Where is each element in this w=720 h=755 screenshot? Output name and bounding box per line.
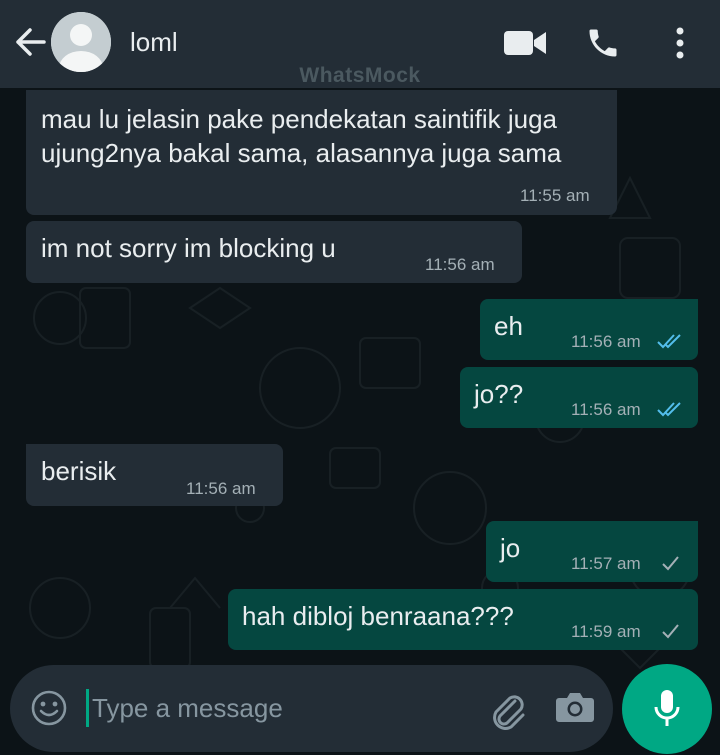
message-time: 11:56 am [571,400,641,419]
message-composer: Type a message [10,665,613,752]
message-time: 11:56 am [571,332,641,351]
back-arrow-icon[interactable] [12,26,48,58]
contact-name[interactable]: loml [130,27,178,58]
watermark: WhatsMock [299,64,421,87]
message-text: jo?? [474,379,524,409]
message-time: 11:56 am [425,255,495,274]
message-bubble-outgoing[interactable]: jo 11:57 am [486,521,698,582]
camera-icon[interactable] [555,689,595,730]
message-text-line: ujung2nya bakal sama, alasannya juga sam… [41,138,562,168]
voice-record-button[interactable] [622,664,712,754]
message-bubble-incoming[interactable]: berisik 11:56 am [26,444,283,506]
message-text-line: mau lu jelasin pake pendekatan saintifik… [41,104,558,134]
chat-background: mau lu jelasin pake pendekatan saintifik… [0,88,720,755]
text-cursor [86,689,89,727]
message-bubble-incoming[interactable]: mau lu jelasin pake pendekatan saintifik… [26,90,617,215]
message-bubble-outgoing[interactable]: eh 11:56 am [480,299,698,360]
message-bubble-incoming[interactable]: im not sorry im blocking u 11:56 am [26,221,522,283]
message-text: im not sorry im blocking u [41,233,336,263]
message-bubble-outgoing[interactable]: hah dibloj benraana??? 11:59 am [228,589,698,650]
voice-call-icon[interactable] [585,25,621,66]
message-text: eh [494,311,523,341]
more-options-icon[interactable] [672,26,688,65]
message-time: 11:57 am [571,554,641,573]
attach-icon[interactable] [485,687,529,736]
message-time: 11:59 am [571,622,641,641]
video-call-icon[interactable] [503,28,547,63]
delivered-tick-icon [660,553,680,578]
message-text: hah dibloj benraana??? [242,601,514,631]
read-double-tick-icon [656,399,684,424]
message-text: berisik [41,456,117,486]
message-input[interactable]: Type a message [92,693,283,724]
mic-icon [653,688,681,735]
read-double-tick-icon [656,331,684,356]
message-time: 11:55 am [520,186,590,205]
delivered-tick-icon [660,621,680,646]
emoji-icon[interactable] [30,689,68,732]
message-bubble-outgoing[interactable]: jo?? 11:56 am [460,367,698,428]
message-time: 11:56 am [186,479,256,498]
avatar[interactable] [51,12,111,72]
message-text: jo [500,533,521,563]
